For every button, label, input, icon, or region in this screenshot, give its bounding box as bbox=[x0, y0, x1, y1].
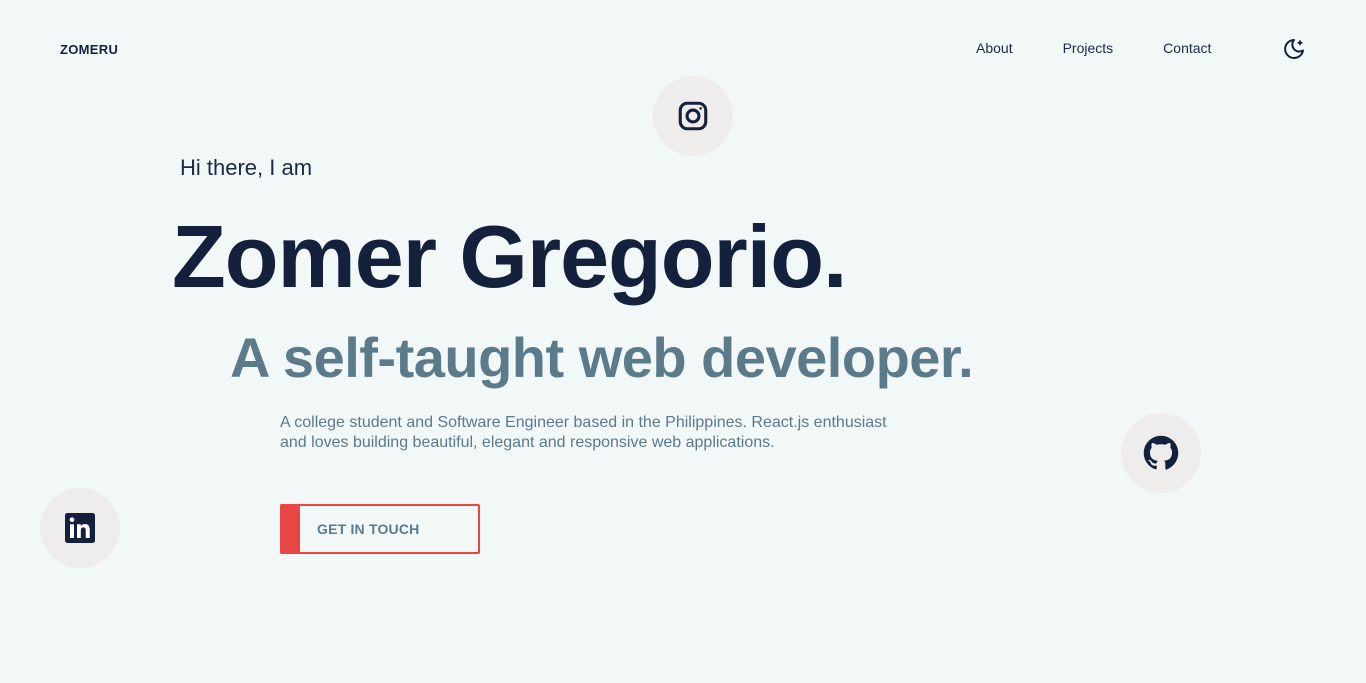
instagram-link[interactable] bbox=[653, 76, 733, 156]
github-icon bbox=[1143, 435, 1179, 470]
hero-tagline: A self-taught web developer. bbox=[230, 326, 974, 389]
get-in-touch-button[interactable]: GET IN TOUCH bbox=[280, 504, 480, 554]
nav-link-projects[interactable]: Projects bbox=[1063, 40, 1114, 56]
hero-name: Zomer Gregorio. bbox=[172, 207, 847, 306]
cta-label: GET IN TOUCH bbox=[317, 521, 420, 537]
moon-stars-icon bbox=[1284, 39, 1304, 59]
theme-toggle-button[interactable] bbox=[1281, 37, 1307, 63]
main-nav: About Projects Contact bbox=[976, 40, 1211, 56]
hero-greeting: Hi there, I am bbox=[180, 155, 313, 180]
github-link[interactable] bbox=[1121, 413, 1201, 493]
instagram-icon bbox=[678, 101, 708, 131]
linkedin-link[interactable] bbox=[40, 488, 120, 568]
page: ZOMERU About Projects Contact Hi there, bbox=[0, 0, 1366, 683]
nav-link-contact[interactable]: Contact bbox=[1163, 40, 1211, 56]
linkedin-icon bbox=[65, 513, 95, 543]
brand-logo[interactable]: ZOMERU bbox=[60, 42, 118, 57]
cta-accent-bar bbox=[280, 504, 300, 554]
nav-link-about[interactable]: About bbox=[976, 40, 1013, 56]
hero-intro: A college student and Software Engineer … bbox=[280, 414, 887, 451]
